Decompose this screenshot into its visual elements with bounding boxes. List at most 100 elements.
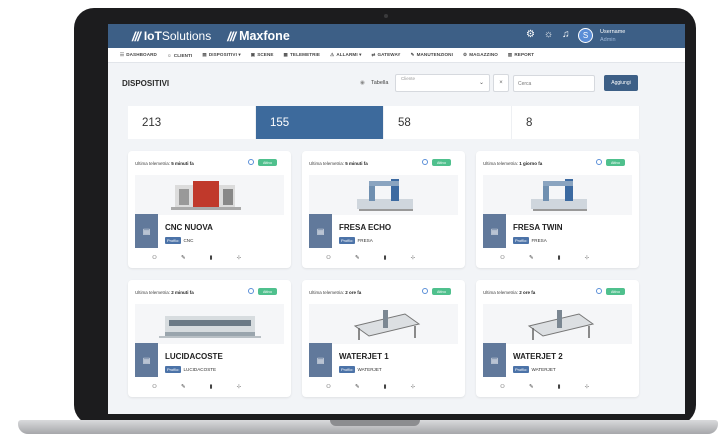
- username: Username: [600, 29, 626, 35]
- menu-magazzino[interactable]: ⚙ MAGAZZINO: [463, 52, 498, 58]
- status-badge: Attivo: [432, 288, 451, 295]
- menu-report[interactable]: ▥ REPORT: [508, 52, 534, 58]
- waterjet-machine-image: [483, 304, 632, 344]
- trash-icon[interactable]: ▮: [210, 384, 213, 390]
- alarm-icon: ⚠: [330, 52, 335, 57]
- menu-scene[interactable]: ▣ SCENE: [251, 52, 274, 58]
- device-card[interactable]: Ultima telemetria: 2 ore fa Attivo ▤ WAT…: [302, 280, 465, 397]
- device-name: FRESA TWIN: [513, 223, 563, 232]
- clock-icon: [248, 159, 254, 165]
- menu-dispositivi[interactable]: ▤ DISPOSITIVI ▾: [202, 52, 240, 58]
- device-icon: ▤: [135, 214, 158, 248]
- report-icon: ▥: [507, 52, 513, 57]
- iot-solutions-logo[interactable]: /// IoT Solutions: [132, 29, 211, 44]
- scene-icon: ▣: [250, 52, 256, 57]
- status-badge: Attivo: [432, 159, 451, 166]
- clear-filter-button[interactable]: ×: [493, 74, 509, 92]
- add-device-button[interactable]: Aggiungi: [604, 75, 638, 91]
- cnc-machine-image: [135, 175, 284, 215]
- telemetry-time: Ultima telemetria: 5 minuti fa: [135, 161, 194, 166]
- assign-user-icon[interactable]: ⚇: [152, 255, 157, 261]
- device-card[interactable]: Ultima telemetria: 2 ore fa Attivo ▤ WAT…: [476, 280, 639, 397]
- more-icon[interactable]: ⊹: [411, 255, 416, 261]
- edit-icon[interactable]: ✎: [529, 384, 534, 390]
- trash-icon[interactable]: ▮: [558, 384, 561, 390]
- device-name: FRESA ECHO: [339, 223, 392, 232]
- assign-user-icon[interactable]: ⚇: [326, 384, 331, 390]
- edge-polisher-image: [135, 304, 284, 344]
- status-badge: Attivo: [258, 288, 277, 295]
- dashboard-icon: ☷: [120, 52, 125, 57]
- trash-icon[interactable]: ▮: [384, 384, 387, 390]
- card-actions: ⚇ ✎ ▮ ⊹: [500, 384, 589, 390]
- waterjet-machine-image: [309, 304, 458, 344]
- sun-icon[interactable]: ☼: [544, 29, 553, 40]
- device-name: CNC NUOVA: [165, 223, 213, 232]
- device-name: WATERJET 2: [513, 352, 563, 361]
- telemetry-time: Ultima telemetria: 1 giorno fa: [483, 161, 543, 166]
- device-card[interactable]: Ultima telemetria: 5 minuti fa Attivo ▤ …: [128, 151, 291, 268]
- telemetry-icon: ▦: [283, 52, 288, 57]
- device-profile: Profilo: LUCIDACOSTE: [165, 366, 217, 373]
- menu-telemetrie[interactable]: ▦ TELEMETRIE: [284, 52, 321, 58]
- main-menu: ☷ DASHBOARD ☺ CLIENTI ▤ DISPOSITIVI ▾ ▣ SCEN…: [108, 48, 685, 63]
- client-placeholder: Cliente: [401, 76, 416, 81]
- menu-allarmi[interactable]: ⚠ ALLARMI ▾: [330, 52, 361, 58]
- brand-mark-icon: ///: [227, 28, 236, 44]
- tabella-toggle[interactable]: ◉: [360, 80, 365, 86]
- assign-user-icon[interactable]: ⚇: [500, 255, 505, 261]
- stat-alarms[interactable]: 8: [512, 106, 640, 139]
- card-actions: ⚇ ✎ ▮ ⊹: [152, 384, 241, 390]
- gear-icon[interactable]: ⚙: [526, 29, 535, 40]
- client-select[interactable]: Cliente ⌄: [395, 74, 490, 92]
- trash-icon[interactable]: ▮: [210, 255, 213, 261]
- assign-user-icon[interactable]: ⚇: [326, 255, 331, 261]
- device-card[interactable]: Ultima telemetria: 2 minuti fa Attivo ▤ …: [128, 280, 291, 397]
- more-icon[interactable]: ⊹: [237, 384, 242, 390]
- edit-icon[interactable]: ✎: [355, 384, 360, 390]
- laptop-notch: [330, 420, 420, 426]
- user-info[interactable]: Username Admin: [600, 28, 625, 44]
- edit-icon[interactable]: ✎: [529, 255, 534, 261]
- device-icon: ▤: [135, 343, 158, 377]
- chevron-down-icon: ⌄: [478, 80, 484, 86]
- trash-icon[interactable]: ▮: [384, 255, 387, 261]
- user-role: Admin: [600, 37, 616, 43]
- device-profile: Profilo: WATERJET: [339, 366, 382, 373]
- edit-icon[interactable]: ✎: [181, 255, 186, 261]
- header-icons: ⚙ ☼ ♫: [526, 29, 570, 40]
- assign-user-icon[interactable]: ⚇: [500, 384, 505, 390]
- menu-manutenzioni[interactable]: ✎ MANUTENZIONI: [411, 52, 453, 58]
- more-icon[interactable]: ⊹: [585, 255, 590, 261]
- fresa-machine-image: [483, 175, 632, 215]
- stat-inactive[interactable]: 58: [384, 106, 512, 139]
- menu-clienti[interactable]: ☺ CLIENTI: [167, 53, 192, 58]
- telemetry-time: Ultima telemetria: 2 minuti fa: [135, 290, 194, 295]
- edit-icon[interactable]: ✎: [181, 384, 186, 390]
- clock-icon: [596, 288, 602, 294]
- gateway-icon: ⇄: [371, 52, 376, 57]
- device-icon: ▤: [483, 214, 506, 248]
- users-icon: ☺: [166, 52, 172, 58]
- camera-dot: [384, 14, 388, 18]
- device-profile: Profilo: FRESA: [513, 237, 547, 244]
- more-icon[interactable]: ⊹: [411, 384, 416, 390]
- more-icon[interactable]: ⊹: [237, 255, 242, 261]
- avatar[interactable]: S: [578, 28, 593, 43]
- device-card[interactable]: Ultima telemetria: 5 minuti fa Attivo ▤ …: [302, 151, 465, 268]
- device-card[interactable]: Ultima telemetria: 1 giorno fa Attivo ▤ …: [476, 151, 639, 268]
- menu-dashboard[interactable]: ☷ DASHBOARD: [120, 52, 157, 58]
- trash-icon[interactable]: ▮: [558, 255, 561, 261]
- assign-user-icon[interactable]: ⚇: [152, 384, 157, 390]
- menu-gateway[interactable]: ⇄ GATEWAY: [371, 52, 400, 58]
- stat-active[interactable]: 155: [256, 106, 384, 139]
- search-input[interactable]: Cerca: [513, 75, 595, 92]
- status-badge: Attivo: [606, 288, 625, 295]
- edit-icon[interactable]: ✎: [355, 255, 360, 261]
- device-icon: ▤: [202, 52, 207, 57]
- stat-total[interactable]: 213: [128, 106, 256, 139]
- clock-icon: [422, 159, 428, 165]
- device-name: WATERJET 1: [339, 352, 389, 361]
- more-icon[interactable]: ⊹: [585, 384, 590, 390]
- bell-icon[interactable]: ♫: [562, 29, 570, 40]
